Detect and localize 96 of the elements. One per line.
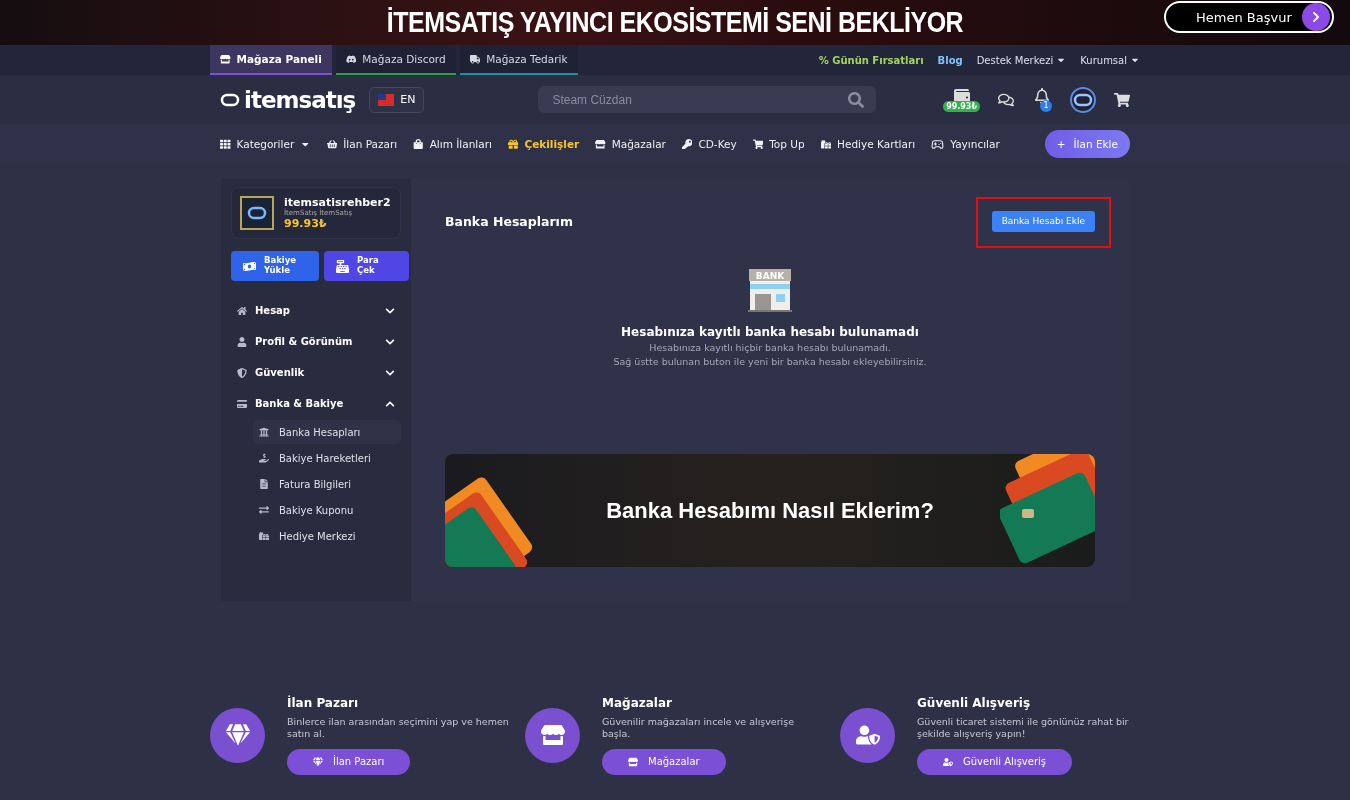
nav-icon [507,138,519,150]
banner-title: İTEMSATIŞ YAYINCI EKOSİSTEMİ SENİ BEKLİYOR [386,5,964,40]
chevron-icon [385,305,395,316]
notification-count: 1 [1040,99,1052,112]
menu-item[interactable]: Hediye Merkezi [253,524,401,548]
nav-icon [681,138,693,150]
messages-button[interactable] [998,91,1014,108]
store-tab[interactable]: Mağaza Paneli [210,45,332,75]
cart-button[interactable] [1114,91,1130,108]
search-field[interactable]: Steam Cüzdan [538,86,877,113]
feature-illustration [210,707,265,763]
feature-illustration [840,707,895,763]
menu-section[interactable]: Banka & Bakiye [231,388,401,419]
feature-description: Binlerce ilan arasından seçimini yap ve hemen satın al. [287,716,510,741]
menu-icon [237,367,247,378]
link-logo-icon [1073,92,1093,107]
withdraw-button[interactable]: Para Çek [324,251,409,281]
top-link[interactable]: Kurumsal [1080,54,1140,66]
menu-icon [237,398,247,409]
nav-icon [752,138,764,150]
chevron-icon [385,367,395,378]
language-button[interactable]: EN [369,86,425,113]
nav-link[interactable]: Hediye Kartları [812,138,924,150]
avatar[interactable] [1070,86,1096,113]
tab-icon [220,53,231,65]
username: itemsatisrehber2 [284,196,391,209]
nav-icon [820,138,832,150]
search-icon [848,91,865,108]
nav-link[interactable]: Kategoriler [220,138,319,150]
balance: 99.93₺ [284,217,328,230]
empty-message: Sağ üstte bulunan buton ile yeni bir banka hesabı ekleyebilirsiniz. [613,356,927,367]
site-logo[interactable]: itemsatış [220,86,356,113]
feature-button[interactable]: İlan Pazarı [287,748,411,775]
nav-icon [413,138,424,150]
nav-link[interactable]: Çekilişler [499,138,588,150]
add-bank-button[interactable]: Banka Hesabı Ekle [991,210,1095,232]
nav-link[interactable]: CD-Key [673,138,745,150]
feature-title: Mağazalar [602,696,673,710]
wallet-balance: 99.93₺ [943,100,980,112]
wallet-icon [953,87,970,104]
nav-icon [326,138,338,150]
feature-illustration [525,707,580,763]
menu-item[interactable]: Banka Hesapları [253,420,401,444]
deposit-button[interactable]: Bakiye Yükle [231,251,319,281]
feature-description: Güvenilir mağazaları incele ve alışverişe başla. [602,716,796,741]
empty-message: Hesabınıza kayıtlı hiçbir banka hesabı bulunamadı. [649,342,891,353]
menu-icon [237,305,247,316]
feature-description: Güvenli ticaret sistemi ile gönlünüz rahat bir şekilde alışveriş yapın! [917,716,1130,741]
top-link[interactable]: Blog [937,54,963,66]
top-link[interactable]: % Günün Fırsatları [818,54,924,66]
menu-item[interactable]: Bakiye Hareketleri [253,446,401,470]
menu-item[interactable]: Fatura Bilgileri [253,472,401,496]
tab-icon [345,53,357,65]
menu-icon [259,531,269,541]
nav-link[interactable]: Alım İlanları [405,138,500,150]
apply-button[interactable]: Hemen Başvur [1164,1,1334,33]
add-listing-button[interactable]: + İlan Ekle [1044,130,1130,158]
flag-icon [378,93,395,106]
nav-link[interactable]: Top Up [744,138,813,150]
store-tab[interactable]: Mağaza Discord [335,45,456,75]
feature-button[interactable]: Mağazalar [602,748,726,775]
button-icon [943,756,953,767]
nav-link[interactable]: İlan Pazarı [318,138,406,150]
feature-button[interactable]: Güvenli Alışveriş [917,748,1072,775]
link-logo-icon [247,206,267,220]
feature-title: İlan Pazarı [287,696,360,710]
tab-icon [469,53,481,65]
menu-icon [237,336,247,347]
nav-icon [931,137,945,151]
feature-title: Güvenli Alışveriş [917,696,1032,710]
empty-title: Hesabınıza kayıtlı banka hesabı bulunamadı [621,325,919,339]
money-icon [336,259,349,273]
nav-link[interactable]: Mağazalar [587,138,674,150]
menu-section[interactable]: Güvenlik [231,357,401,388]
promo-title: Banka Hesabımı Nasıl Eklerim? [606,497,934,524]
page-title: Banka Hesaplarım [445,213,573,229]
money-icon [243,259,256,273]
menu-section[interactable]: Hesap [231,295,401,326]
button-icon [313,756,323,767]
top-link[interactable]: Destek Merkezi [976,54,1067,66]
button-icon [628,756,638,767]
menu-icon [259,505,269,515]
menu-icon [259,453,269,463]
menu-icon [259,479,269,489]
store-tab[interactable]: Mağaza Tedarik [459,45,578,75]
menu-icon [259,427,269,437]
nav-icon [220,138,231,150]
notifications-button[interactable]: 1 [1032,87,1052,112]
chevron-icon [385,336,395,347]
menu-section[interactable]: Profil & Görünüm [231,326,401,357]
menu-item[interactable]: Bakiye Kuponu [253,498,401,522]
promo-card[interactable]: Banka Hesabımı Nasıl Eklerim? [445,454,1095,567]
link-logo-icon [220,92,240,107]
search-input[interactable]: Steam Cüzdan [550,91,811,108]
nav-icon [595,138,606,150]
nav-link[interactable]: Yayıncılar [923,137,1008,151]
